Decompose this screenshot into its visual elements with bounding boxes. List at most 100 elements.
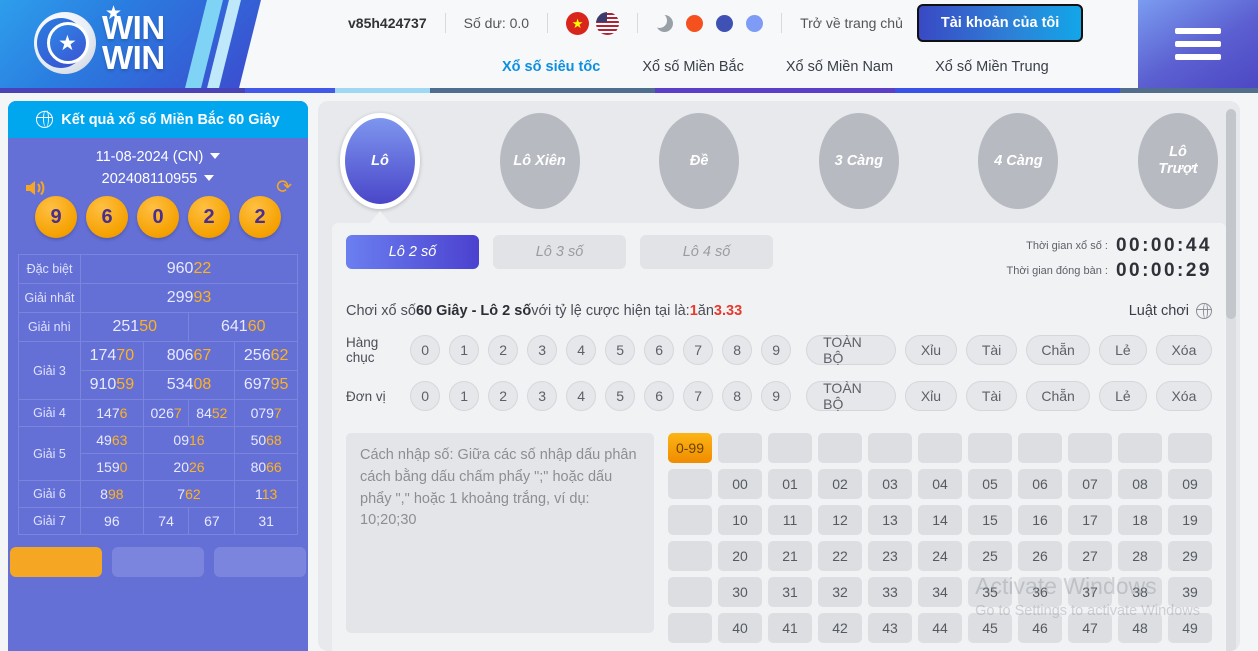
number-cell[interactable]: 05 [968, 469, 1012, 499]
number-cell[interactable]: 48 [1118, 613, 1162, 643]
number-cell[interactable]: 19 [1168, 505, 1212, 535]
number-cell[interactable]: 30 [718, 577, 762, 607]
units-digit-7[interactable]: 7 [683, 381, 714, 411]
units-digit-3[interactable]: 3 [527, 381, 558, 411]
tens-digit-5[interactable]: 5 [605, 335, 636, 365]
scrollbar-thumb[interactable] [1226, 109, 1236, 319]
units-digit-1[interactable]: 1 [449, 381, 480, 411]
units-digit-9[interactable]: 9 [761, 381, 792, 411]
tens-digit-7[interactable]: 7 [683, 335, 714, 365]
refresh-icon[interactable]: ⟳ [276, 176, 292, 199]
number-cell[interactable]: 36 [1018, 577, 1062, 607]
game-tab-4-cang[interactable]: 4 Càng [978, 113, 1059, 209]
number-cell[interactable]: 02 [818, 469, 862, 499]
number-cell[interactable]: 40 [718, 613, 762, 643]
number-cell[interactable]: 21 [768, 541, 812, 571]
theme-dot-indigo[interactable] [716, 14, 734, 32]
number-cell[interactable]: 24 [918, 541, 962, 571]
number-cell[interactable]: 16 [1018, 505, 1062, 535]
number-cell[interactable]: 31 [768, 577, 812, 607]
number-cell[interactable]: 32 [818, 577, 862, 607]
number-cell[interactable]: 47 [1068, 613, 1112, 643]
number-cell[interactable]: 15 [968, 505, 1012, 535]
tens-digit-9[interactable]: 9 [761, 335, 792, 365]
units-action-chan[interactable]: Chẵn [1026, 381, 1090, 411]
number-cell[interactable]: 33 [868, 577, 912, 607]
tens-digit-6[interactable]: 6 [644, 335, 675, 365]
units-digit-5[interactable]: 5 [605, 381, 636, 411]
number-cell[interactable]: 10 [718, 505, 762, 535]
game-tab-lo-truot[interactable]: Lô Trượt [1137, 113, 1218, 209]
logo[interactable]: ★ WIN WIN ★ [0, 0, 330, 88]
units-digit-2[interactable]: 2 [488, 381, 519, 411]
number-cell[interactable]: 43 [868, 613, 912, 643]
number-cell[interactable]: 42 [818, 613, 862, 643]
hamburger-menu-icon[interactable] [1138, 0, 1258, 88]
game-tab-de[interactable]: Đề [659, 113, 740, 209]
range-chip-0-99[interactable]: 0-99 [668, 433, 712, 463]
theme-dot-blue[interactable] [746, 14, 764, 32]
number-cell[interactable]: 06 [1018, 469, 1062, 499]
number-cell[interactable]: 11 [768, 505, 812, 535]
units-digit-0[interactable]: 0 [410, 381, 441, 411]
tens-action-xiu[interactable]: Xỉu [904, 335, 957, 365]
vietnam-flag-icon[interactable]: ★ [566, 11, 590, 35]
number-input-hint[interactable]: Cách nhập số: Giữa các số nhập dấu phân … [346, 433, 654, 633]
number-cell[interactable]: 35 [968, 577, 1012, 607]
number-cell[interactable]: 03 [868, 469, 912, 499]
tens-action-le[interactable]: Lẻ [1098, 335, 1147, 365]
number-cell[interactable]: 18 [1118, 505, 1162, 535]
units-action-clear[interactable]: Xóa [1155, 381, 1212, 411]
number-cell[interactable]: 23 [868, 541, 912, 571]
units-digit-4[interactable]: 4 [566, 381, 597, 411]
number-cell[interactable]: 38 [1118, 577, 1162, 607]
nav-item-mien-bac[interactable]: Xổ số Miền Bắc [642, 59, 744, 75]
tens-digit-0[interactable]: 0 [410, 335, 441, 365]
game-tab-lo-xien[interactable]: Lô Xiên [499, 113, 580, 209]
units-digit-6[interactable]: 6 [644, 381, 675, 411]
tens-action-tai[interactable]: Tài [965, 335, 1018, 365]
number-cell[interactable]: 00 [718, 469, 762, 499]
number-cell[interactable]: 37 [1068, 577, 1112, 607]
nav-item-mien-nam[interactable]: Xổ số Miền Nam [786, 59, 893, 75]
number-cell[interactable]: 49 [1168, 613, 1212, 643]
home-link[interactable]: Trở về trang chủ [800, 15, 903, 31]
sidebar-button-secondary[interactable] [112, 547, 204, 577]
tens-digit-2[interactable]: 2 [488, 335, 519, 365]
number-cell[interactable]: 27 [1068, 541, 1112, 571]
number-cell[interactable]: 25 [968, 541, 1012, 571]
units-action-xiu[interactable]: Xỉu [904, 381, 957, 411]
speaker-on-icon[interactable] [24, 178, 46, 203]
tens-digit-1[interactable]: 1 [449, 335, 480, 365]
number-cell[interactable]: 20 [718, 541, 762, 571]
tens-digit-3[interactable]: 3 [527, 335, 558, 365]
my-account-button[interactable]: Tài khoản của tôi [916, 4, 1084, 42]
number-cell[interactable]: 46 [1018, 613, 1062, 643]
number-cell[interactable]: 26 [1018, 541, 1062, 571]
number-cell[interactable]: 41 [768, 613, 812, 643]
theme-dot-orange[interactable] [686, 14, 704, 32]
number-cell[interactable]: 28 [1118, 541, 1162, 571]
number-cell[interactable]: 17 [1068, 505, 1112, 535]
sub-tab-lo-3-so[interactable]: Lô 3 số [493, 235, 626, 269]
game-tab-lo[interactable]: Lô [340, 113, 420, 209]
tens-action-chan[interactable]: Chẵn [1026, 335, 1090, 365]
sub-tab-lo-4-so[interactable]: Lô 4 số [640, 235, 773, 269]
sub-tab-lo-2-so[interactable]: Lô 2 số [346, 235, 479, 269]
units-action-tai[interactable]: Tài [965, 381, 1018, 411]
sidebar-button-tertiary[interactable] [214, 547, 306, 577]
game-tab-3-cang[interactable]: 3 Càng [818, 113, 899, 209]
number-cell[interactable]: 09 [1168, 469, 1212, 499]
tens-action-clear[interactable]: Xóa [1155, 335, 1212, 365]
tens-digit-8[interactable]: 8 [722, 335, 753, 365]
number-cell[interactable]: 45 [968, 613, 1012, 643]
dark-mode-moon-icon[interactable] [652, 12, 674, 32]
tens-digit-4[interactable]: 4 [566, 335, 597, 365]
number-cell[interactable]: 29 [1168, 541, 1212, 571]
number-cell[interactable]: 04 [918, 469, 962, 499]
units-digit-8[interactable]: 8 [722, 381, 753, 411]
usa-flag-icon[interactable] [596, 11, 620, 35]
sidebar-button-primary[interactable] [10, 547, 102, 577]
number-cell[interactable]: 22 [818, 541, 862, 571]
number-cell[interactable]: 14 [918, 505, 962, 535]
